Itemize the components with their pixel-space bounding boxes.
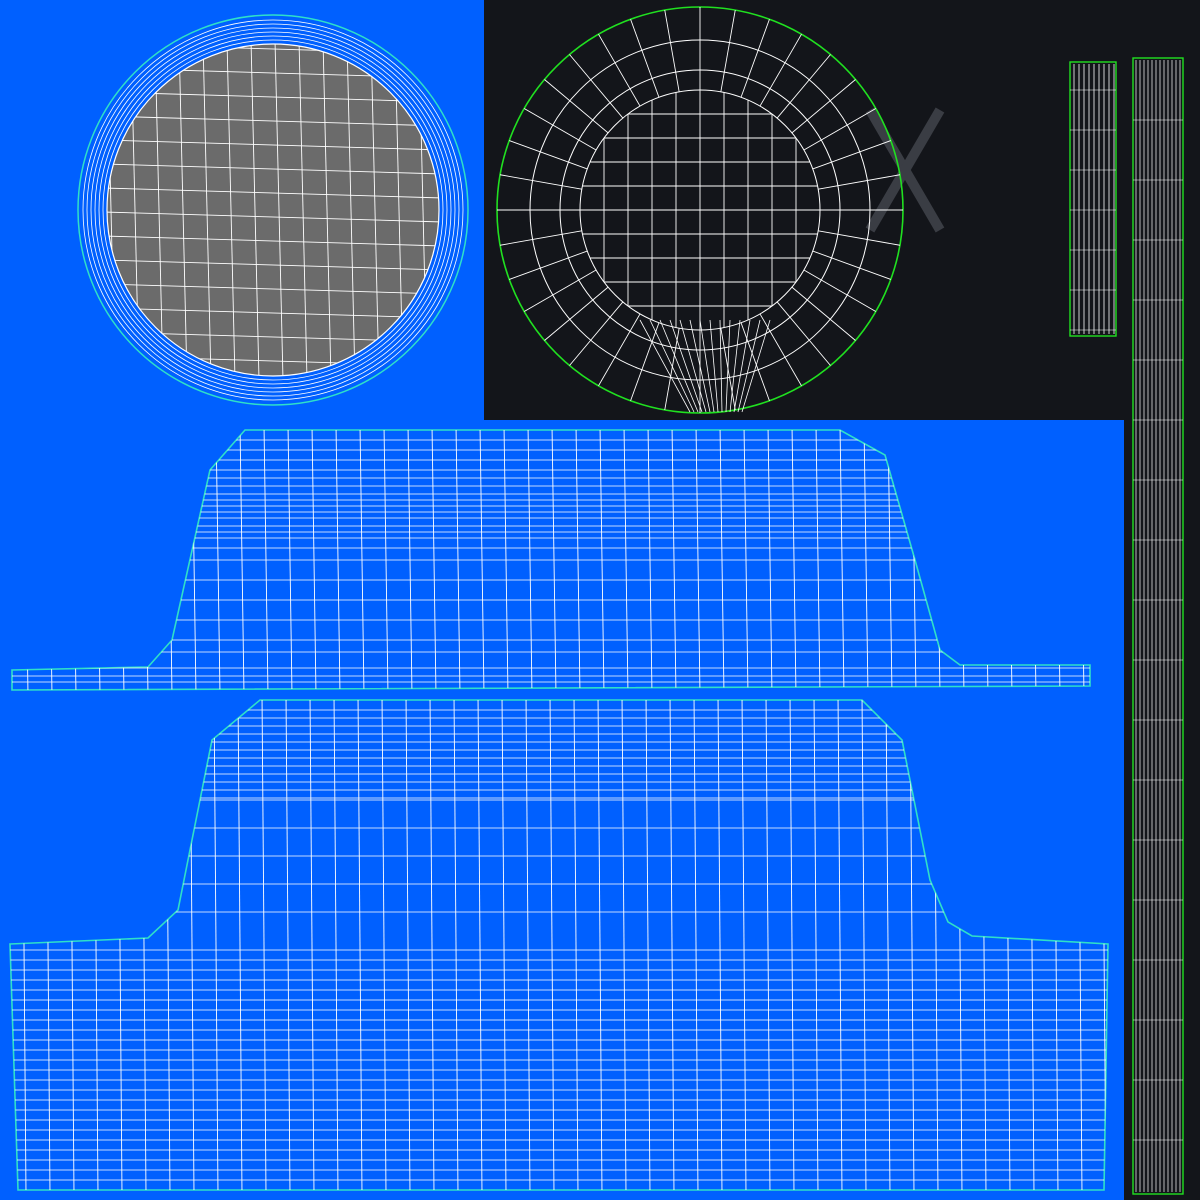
uv-layout-canvas <box>0 0 1200 1200</box>
